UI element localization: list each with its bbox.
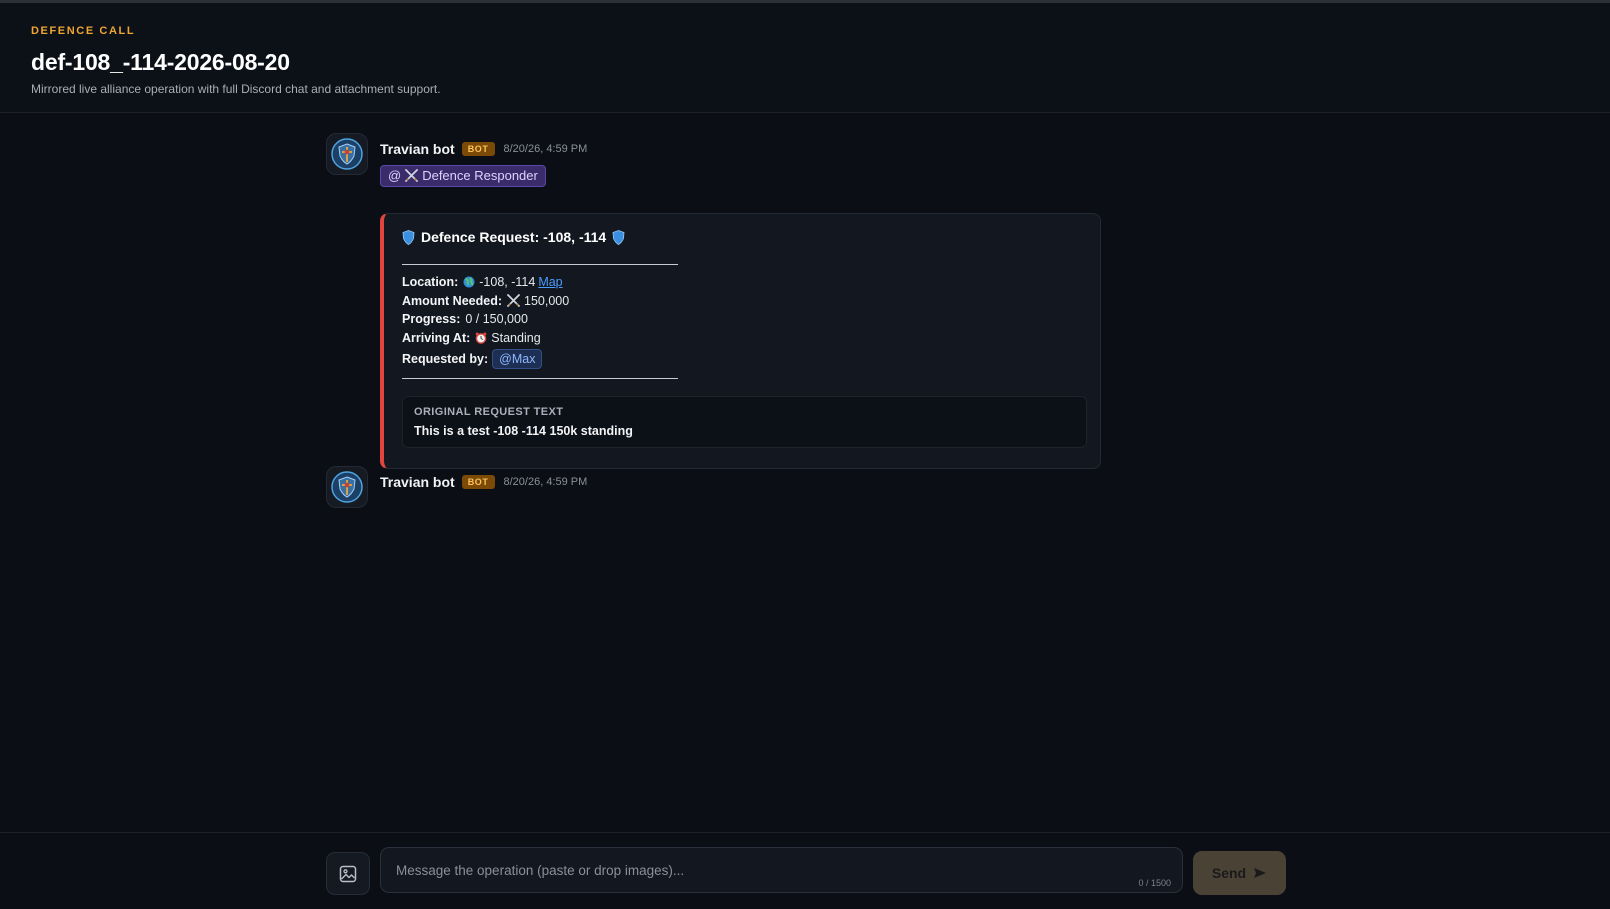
author-name[interactable]: Travian bot <box>380 474 455 490</box>
crossed-swords-icon <box>405 169 419 182</box>
original-request-block: ORIGINAL REQUEST TEXT This is a test -10… <box>402 396 1087 448</box>
crossed-swords-icon <box>507 294 520 308</box>
map-link[interactable]: Map <box>538 275 562 289</box>
field-label: Amount Needed: <box>402 293 502 308</box>
at-symbol: @ <box>388 168 402 183</box>
message-input-wrapper: 0 / 1500 <box>380 847 1183 893</box>
role-mention-label: Defence Responder <box>422 168 538 183</box>
user-mention[interactable]: @Max <box>492 349 543 369</box>
shield-crest-icon <box>331 471 363 503</box>
message-list[interactable]: Travian bot BOT 8/20/26, 4:59 PM @ Defen… <box>0 113 1610 832</box>
globe-icon <box>463 276 475 288</box>
alarm-clock-icon <box>475 332 487 344</box>
amount-field: Amount Needed: 150,000 <box>402 292 569 311</box>
field-label: Progress: <box>402 312 461 327</box>
attach-image-button[interactable] <box>326 852 370 895</box>
avatar[interactable] <box>326 466 368 508</box>
send-button[interactable]: Send <box>1193 851 1286 895</box>
page-subtitle: Mirrored live alliance operation with fu… <box>31 82 441 96</box>
shield-crest-icon <box>331 138 363 170</box>
field-label: Location: <box>402 275 459 290</box>
location-field: Location: -108, -114 Map <box>402 273 569 292</box>
quote-text: This is a test -108 -114 150k standing <box>414 424 633 438</box>
bot-badge: BOT <box>461 142 495 156</box>
shield-icon <box>612 229 625 245</box>
location-value: -108, -114 <box>479 275 536 290</box>
arriving-field: Arriving At: Standing <box>402 329 569 348</box>
message-composer: 0 / 1500 Send <box>0 832 1610 909</box>
author-name[interactable]: Travian bot <box>380 141 455 157</box>
operation-header: DEFENCE CALL def-108_-114-2026-08-20 Mir… <box>0 3 1610 113</box>
send-icon <box>1254 868 1267 878</box>
field-label: Requested by: <box>402 352 489 366</box>
message-input[interactable] <box>381 848 1182 892</box>
requested-by-field: Requested by: @Max <box>402 348 569 370</box>
quote-label: ORIGINAL REQUEST TEXT <box>414 406 564 418</box>
embed-title-text: Defence Request: -108, -114 <box>421 229 607 245</box>
character-counter: 0 / 1500 <box>1138 878 1171 888</box>
progress-field: Progress: 0 / 150,000 <box>402 310 569 329</box>
field-label: Arriving At: <box>402 330 471 345</box>
shield-icon <box>402 229 415 245</box>
embed-title: Defence Request: -108, -114 <box>402 229 625 245</box>
operation-type-label: DEFENCE CALL <box>31 25 136 37</box>
divider <box>402 378 678 379</box>
avatar[interactable] <box>326 133 368 175</box>
message-header: Travian bot BOT 8/20/26, 4:59 PM <box>380 474 587 490</box>
role-mention[interactable]: @ Defence Responder <box>380 165 546 187</box>
send-label: Send <box>1211 865 1247 881</box>
page-title: def-108_-114-2026-08-20 <box>31 49 290 75</box>
progress-value: 0 / 150,000 <box>465 312 528 327</box>
embed-fields: Location: -108, -114 Map Amount Needed: … <box>402 273 569 370</box>
divider <box>402 264 678 265</box>
bot-badge: BOT <box>461 475 495 489</box>
image-icon <box>339 865 357 882</box>
message-timestamp: 8/20/26, 4:59 PM <box>503 143 588 155</box>
defence-request-embed: Defence Request: -108, -114 Location: -1… <box>380 213 1101 469</box>
message-timestamp: 8/20/26, 4:59 PM <box>503 476 588 488</box>
message-header: Travian bot BOT 8/20/26, 4:59 PM <box>380 141 587 157</box>
amount-value: 150,000 <box>524 293 570 308</box>
arriving-value: Standing <box>491 330 541 345</box>
